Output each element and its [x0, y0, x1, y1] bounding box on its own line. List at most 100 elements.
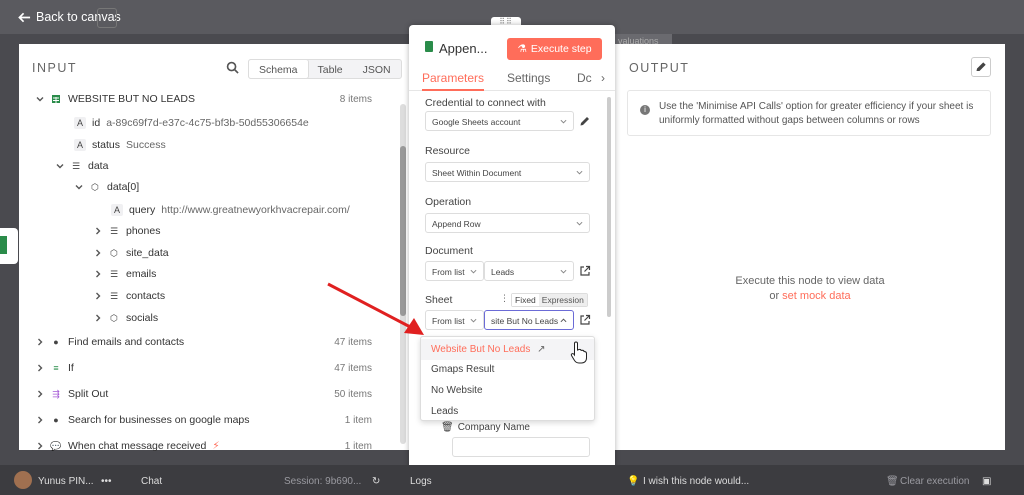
input-scrollbar[interactable] — [400, 104, 406, 444]
resource-value: Sheet Within Document — [432, 168, 522, 178]
left-node-strip[interactable] — [0, 228, 18, 264]
expression-toggle[interactable]: Expression — [538, 294, 587, 306]
tree-data[interactable]: ☰ data — [56, 157, 108, 175]
chevron-up-icon — [560, 318, 567, 323]
sheet-mode-select[interactable]: From list — [425, 310, 484, 330]
document-mode-select[interactable]: From list — [425, 261, 484, 281]
list-type-icon: ☰ — [109, 290, 119, 301]
tree-node[interactable]: ≡ If 47 items — [36, 359, 396, 377]
info-text: Use the 'Minimise API Calls' option for … — [659, 101, 974, 126]
lightbulb-icon: 💡 — [627, 476, 640, 487]
resource-label: Resource — [425, 145, 470, 157]
node-scrollbar[interactable] — [607, 97, 611, 317]
logs-label[interactable]: Logs — [410, 476, 432, 487]
option-label: Leads — [431, 406, 459, 417]
output-title: OUTPUT — [629, 61, 690, 75]
sheet-select[interactable]: site But No Leads — [484, 310, 574, 330]
sheets-icon — [0, 236, 7, 254]
trash-icon[interactable]: 🗑 — [441, 422, 454, 433]
execute-step-button[interactable]: ⚗ Execute step — [507, 38, 602, 60]
external-link-icon[interactable]: ↗ — [537, 344, 545, 355]
tree-child[interactable]: ☰ phones — [94, 222, 160, 240]
chevron-right-icon — [96, 314, 101, 322]
tree-field-id[interactable]: A id a-89c69f7d-e37c-4c75-bf3b-50d553066… — [74, 114, 309, 132]
tree-data0[interactable]: ⬡ data[0] — [75, 178, 139, 196]
chat-label[interactable]: Chat — [141, 476, 162, 487]
sheets-node-icon — [50, 93, 62, 105]
tab-schema[interactable]: Schema — [248, 59, 309, 79]
dropdown-option[interactable]: Gmaps Result — [421, 359, 594, 380]
object-type-icon: ⬡ — [91, 181, 99, 192]
node-count: 47 items — [334, 336, 372, 348]
avatar[interactable] — [14, 471, 32, 489]
session-label: Session: 9b690... — [284, 476, 362, 487]
fixed-toggle[interactable]: Fixed — [512, 294, 539, 306]
tab-settings[interactable]: Settings — [507, 71, 550, 85]
set-mock-data-link[interactable]: set mock data — [782, 290, 850, 302]
list-type-icon: ☰ — [71, 160, 81, 171]
hand-cursor-icon — [570, 341, 587, 364]
sheet-dropdown: Website But No Leads ↗ Gmaps Result No W… — [420, 336, 595, 421]
column-row: 🗑 Company Name — [441, 422, 530, 433]
root-count: 8 items — [339, 93, 372, 105]
clear-execution-button[interactable]: Clear execution — [900, 476, 969, 487]
tree-field-status[interactable]: A status Success — [74, 136, 166, 154]
option-label: No Website — [431, 385, 483, 396]
tree-node[interactable]: ● Find emails and contacts 47 items — [36, 333, 396, 351]
credential-value: Google Sheets account — [432, 117, 521, 127]
tree-child[interactable]: ☰ contacts — [94, 287, 165, 305]
refresh-icon[interactable]: ↻ — [372, 476, 380, 487]
tree-node[interactable]: ● Search for businesses on google maps 1… — [36, 411, 396, 429]
tree-child[interactable]: ☰ emails — [94, 265, 156, 283]
more-icon[interactable]: ••• — [101, 476, 112, 487]
tab-parameters[interactable]: Parameters — [422, 71, 485, 91]
chevron-right-icon[interactable]: › — [601, 71, 605, 85]
edit-output-button[interactable] — [971, 57, 991, 77]
if-node-icon: ≡ — [53, 363, 59, 373]
field-key: id — [92, 117, 101, 129]
document-label: Document — [425, 245, 473, 257]
tree-root[interactable]: WEBSITE BUT NO LEADS 8 items — [36, 90, 396, 108]
tab-docs[interactable]: Dc — [577, 71, 592, 85]
tree-node[interactable]: 💬 When chat message received ⚡ 1 item — [36, 437, 396, 455]
node-count: 47 items — [334, 362, 372, 374]
chevron-down-icon — [576, 170, 583, 175]
dropdown-option[interactable]: Website But No Leads ↗ — [421, 339, 594, 360]
tree-node[interactable]: ⇶ Split Out 50 items — [36, 385, 396, 403]
more-options-icon[interactable]: ⋮ — [500, 293, 509, 304]
resource-select[interactable]: Sheet Within Document — [425, 162, 590, 182]
chevron-right-icon — [96, 292, 101, 300]
field-key: phones — [126, 225, 161, 237]
field-key: data[0] — [107, 181, 140, 193]
tab-table[interactable]: Table — [308, 60, 353, 78]
external-link-icon[interactable] — [579, 314, 591, 326]
document-select[interactable]: Leads — [484, 261, 574, 281]
search-icon[interactable] — [226, 61, 239, 74]
scrollbar-thumb[interactable] — [400, 146, 406, 316]
external-link-icon[interactable] — [579, 265, 591, 277]
feedback-link[interactable]: I wish this node would... — [643, 476, 749, 487]
user-name[interactable]: Yunus PIN... — [38, 476, 94, 487]
node-label: Split Out — [68, 388, 109, 400]
dropdown-option[interactable]: No Website — [421, 380, 594, 401]
node-title[interactable]: Appen... — [439, 41, 487, 56]
chevron-right-icon — [38, 442, 43, 450]
column-input[interactable] — [452, 437, 590, 457]
tab-json[interactable]: JSON — [353, 60, 401, 78]
field-value: http://www.greatnewyorkhvacrepair.com/ — [161, 204, 350, 216]
operation-select[interactable]: Append Row — [425, 213, 590, 233]
pencil-icon[interactable] — [579, 115, 591, 127]
info-callout: i Use the 'Minimise API Calls' option fo… — [627, 90, 991, 136]
chevron-right-icon — [96, 270, 101, 278]
chevron-down-icon — [576, 221, 583, 226]
credential-select[interactable]: Google Sheets account — [425, 111, 574, 131]
node-header: Appen... ⚗ Execute step — [409, 25, 615, 67]
tree-field-query[interactable]: A query http://www.greatnewyorkhvacrepai… — [111, 201, 350, 219]
panel-icon[interactable]: ▣ — [982, 476, 991, 487]
field-key: socials — [126, 312, 159, 324]
top-square-button[interactable] — [97, 8, 117, 28]
chevron-down-icon — [56, 164, 64, 169]
dropdown-option[interactable]: Leads — [421, 401, 594, 422]
tree-child[interactable]: ⬡ socials — [94, 309, 158, 327]
tree-child[interactable]: ⬡ site_data — [94, 244, 169, 262]
